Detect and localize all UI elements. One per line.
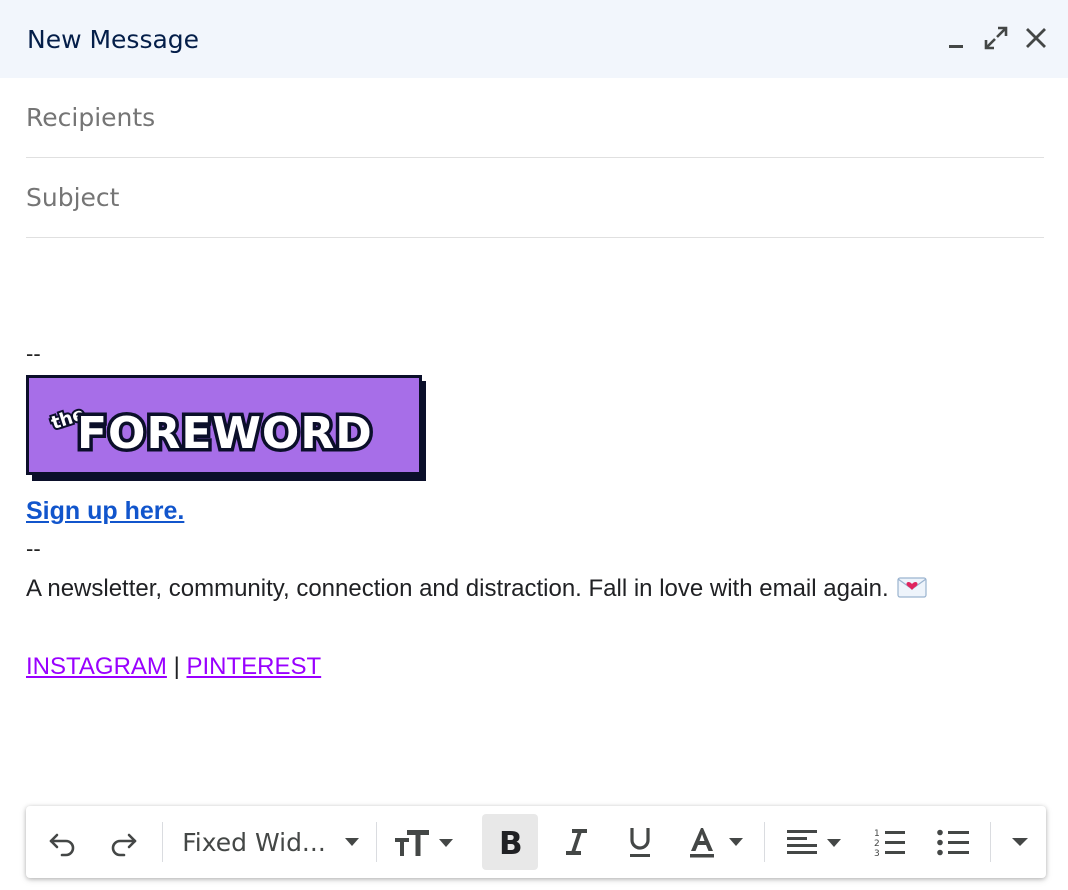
subject-input[interactable] [26, 183, 1044, 212]
bold-icon: B [499, 826, 523, 858]
text-color-icon [690, 828, 743, 858]
recipients-field [26, 78, 1044, 158]
numbered-list-icon: 1 2 3 [874, 829, 905, 858]
svg-text:1: 1 [874, 829, 880, 839]
italic-button[interactable] [548, 814, 604, 870]
italic-icon [566, 829, 587, 855]
instagram-link[interactable]: INSTAGRAM [26, 653, 167, 680]
svg-text:FOREWORD: FOREWORD [77, 408, 373, 459]
close-icon[interactable] [1022, 22, 1050, 54]
signature-separator: -- [26, 341, 41, 366]
underline-icon [630, 828, 650, 857]
subject-field [26, 158, 1044, 238]
redo-icon[interactable] [102, 814, 146, 870]
pinterest-link[interactable]: PINTEREST [186, 653, 321, 680]
font-family-value: Fixed Wid... [182, 827, 326, 857]
bulleted-list-icon [937, 829, 969, 856]
signature-separator-bottom: -- [26, 536, 41, 561]
svg-text:2: 2 [874, 839, 880, 849]
text-color-button[interactable] [682, 814, 754, 870]
love-letter-icon [897, 575, 927, 606]
message-body[interactable]: -- the FOREWORD Sign up here. -- A newsl… [26, 238, 1044, 798]
signature-tagline: A newsletter, community, connection and … [26, 575, 927, 606]
underline-button[interactable] [612, 814, 668, 870]
foreword-logo-art: the FOREWORD [47, 402, 375, 463]
font-family-select[interactable]: Fixed Wid... [176, 814, 366, 870]
recipients-input[interactable] [26, 103, 1044, 132]
expand-icon[interactable] [982, 22, 1010, 54]
svg-text:3: 3 [874, 849, 880, 858]
chevron-down-icon [344, 838, 359, 846]
svg-text:B: B [499, 826, 523, 858]
minimize-icon[interactable] [942, 22, 970, 54]
bold-button[interactable]: B [482, 814, 538, 870]
compose-header: New Message [0, 0, 1068, 78]
window-controls [942, 22, 1050, 54]
social-separator: | [173, 653, 180, 680]
signup-link[interactable]: Sign up here. [26, 497, 184, 526]
font-size-icon [395, 830, 453, 856]
more-options-icon[interactable] [1002, 814, 1038, 870]
formatting-toolbar: Fixed Wid... B 1 2 3 [26, 806, 1046, 878]
font-size-button[interactable] [390, 814, 462, 870]
foreword-logo: the FOREWORD [26, 375, 426, 481]
align-button[interactable] [778, 814, 850, 870]
tagline-text: A newsletter, community, connection and … [26, 575, 889, 602]
bulleted-list-button[interactable] [926, 814, 982, 870]
align-icon [787, 830, 841, 854]
window-title: New Message [27, 24, 200, 54]
numbered-list-button[interactable]: 1 2 3 [862, 814, 918, 870]
undo-icon[interactable] [40, 814, 84, 870]
social-links: INSTAGRAM | PINTEREST [26, 653, 321, 681]
